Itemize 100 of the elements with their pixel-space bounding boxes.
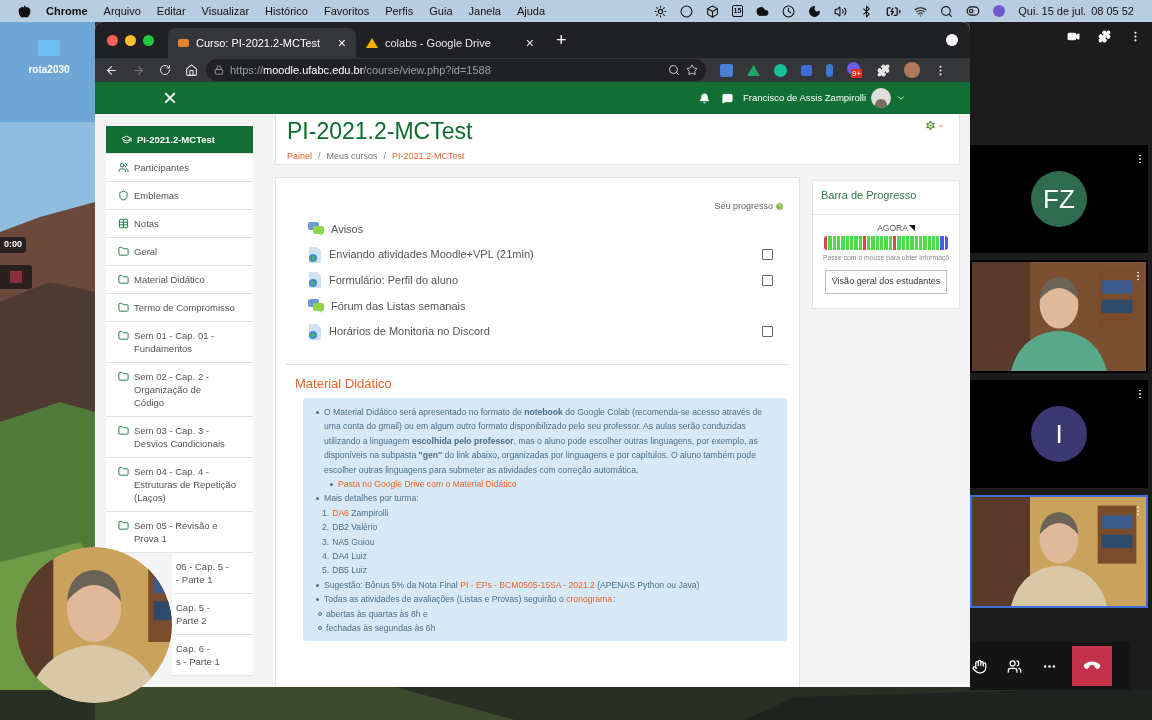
zoom-icon[interactable] xyxy=(668,64,680,76)
progress-segment[interactable] xyxy=(944,236,949,251)
settings-icon[interactable] xyxy=(924,119,937,132)
puzzle-icon[interactable] xyxy=(877,63,890,77)
reload-icon[interactable] xyxy=(159,64,171,76)
sidebar-label: Material Didático xyxy=(134,273,205,286)
profile-menu-icon[interactable] xyxy=(946,34,958,46)
zoom-window-button[interactable] xyxy=(143,34,154,46)
activity-link[interactable]: Horários de Monitoria no Discord xyxy=(329,323,490,340)
activity-link[interactable]: Avisos xyxy=(331,220,364,238)
breadcrumb-link[interactable]: Painel xyxy=(287,150,313,164)
sidebar-item[interactable]: Termo de Compromisso xyxy=(106,294,253,322)
hang-up-button[interactable] xyxy=(1072,646,1112,686)
sidebar-item[interactable]: Notas xyxy=(106,210,253,238)
completion-checkbox[interactable] xyxy=(762,326,773,338)
sidebar-label: Emblemas xyxy=(134,189,179,202)
sidebar-item[interactable]: Material Didático xyxy=(106,266,253,294)
sidebar-item[interactable]: Sem 03 - Cap. 3 - Desvios Condicionais xyxy=(106,417,253,458)
menu-item[interactable]: Perfis xyxy=(385,2,414,20)
sidebar-item[interactable]: Sem 02 - Cap. 2 - Organização de Código xyxy=(106,363,253,417)
volume-icon[interactable] xyxy=(834,4,848,18)
sidebar-label: 06 - Cap. 5 - - Parte 1 xyxy=(176,560,229,586)
caret-icon[interactable] xyxy=(896,93,906,103)
completion-checkbox[interactable] xyxy=(762,274,773,286)
app-menu[interactable]: Chrome xyxy=(46,2,88,20)
activity-link[interactable]: Fórum das Listas semanais xyxy=(331,297,466,315)
folder-icon xyxy=(118,520,129,531)
progress-segment[interactable] xyxy=(940,236,944,251)
avatar: I xyxy=(1031,406,1087,462)
sidebar-label: Sem 05 - Revisão e Prova 1 xyxy=(134,519,218,545)
browser-tab[interactable]: colabs - Google Drive × xyxy=(356,28,544,58)
status-icon[interactable] xyxy=(679,4,693,18)
forum-icon xyxy=(308,298,324,313)
menu-item[interactable]: Ajuda xyxy=(516,2,546,20)
search-icon[interactable] xyxy=(940,4,954,18)
people-icon[interactable] xyxy=(1007,658,1022,674)
orb-icon[interactable] xyxy=(993,5,1006,17)
extension-icon[interactable] xyxy=(747,64,760,76)
progress-segment[interactable] xyxy=(824,236,828,251)
hand-icon[interactable] xyxy=(972,658,987,674)
list-text: NA5 Guiou xyxy=(332,536,375,547)
wifi-icon[interactable] xyxy=(914,4,928,18)
apple-icon[interactable] xyxy=(18,4,31,18)
user-name[interactable]: Francisco de Assis Zampirolli xyxy=(743,90,866,106)
back-icon[interactable] xyxy=(105,63,118,77)
progress-segment[interactable] xyxy=(893,236,897,251)
activity-link[interactable]: Formulário: Perfil do aluno xyxy=(329,271,458,289)
minimize-window-button[interactable] xyxy=(125,34,136,46)
menu-item[interactable]: Editar xyxy=(156,2,186,20)
bell-icon[interactable] xyxy=(699,92,710,104)
close-window-button[interactable] xyxy=(107,34,118,46)
folder-icon xyxy=(118,466,129,477)
participant-tile[interactable]: I xyxy=(970,380,1148,488)
profile-avatar[interactable] xyxy=(904,62,920,78)
new-tab-button[interactable]: + xyxy=(556,26,567,54)
progress-bar[interactable] xyxy=(824,236,948,251)
sidebar-item[interactable]: Sem 04 - Cap. 4 - Estruturas de Repetição (Laços) xyxy=(106,458,253,512)
menu-item[interactable]: Arquivo xyxy=(103,2,141,20)
extension-icon[interactable] xyxy=(774,63,787,77)
cloud-icon[interactable] xyxy=(756,4,770,18)
sidebar-item[interactable]: Geral xyxy=(106,238,253,266)
forward-icon[interactable] xyxy=(132,63,145,77)
close-tab-button[interactable]: × xyxy=(337,32,346,54)
completion-checkbox[interactable] xyxy=(762,249,773,261)
participant-tile[interactable]: FZ xyxy=(970,145,1148,253)
menu-item[interactable]: Favoritos xyxy=(323,2,370,20)
moon-icon[interactable] xyxy=(808,4,822,18)
close-tab-button[interactable]: × xyxy=(525,32,534,54)
menu-item[interactable]: Histórico xyxy=(265,2,308,20)
clock-time[interactable]: 08 05 52 xyxy=(1091,2,1134,20)
sidebar-item[interactable]: PI-2021.2-MCTest xyxy=(106,126,253,154)
list-number: 3. xyxy=(322,535,330,549)
date[interactable]: Qui. 15 de jul. xyxy=(1018,2,1087,20)
menu-item[interactable]: Janela xyxy=(468,2,501,20)
sidebar-item[interactable]: Participantes xyxy=(106,154,253,182)
sidebar-item[interactable]: Emblemas xyxy=(106,182,253,210)
menu-item[interactable]: Visualizar xyxy=(201,2,250,20)
sidebar-item[interactable]: 06 - Cap. 5 - - Parte 1 xyxy=(172,553,253,594)
close-drawer-button[interactable]: × xyxy=(163,86,177,110)
box-icon[interactable] xyxy=(705,4,719,18)
breadcrumb-link[interactable]: Meus cursos xyxy=(326,150,378,164)
breadcrumb-link[interactable]: PI-2021.2-MCTest xyxy=(392,150,465,164)
user-avatar[interactable] xyxy=(871,88,891,108)
clock-icon[interactable] xyxy=(782,4,796,18)
home-icon[interactable] xyxy=(185,63,198,77)
progress-segment[interactable] xyxy=(862,236,867,251)
list-number: 2. xyxy=(322,521,330,535)
students-overview-button[interactable]: Visão geral dos estudantes xyxy=(824,270,948,294)
star-icon[interactable] xyxy=(686,64,698,76)
sidebar-item[interactable]: Cap. 6 - s - Parte 1 xyxy=(172,635,253,676)
address-field[interactable]: https://moodle.ufabc.edu.br/course/view.php?id=1588 xyxy=(206,59,706,81)
sidebar-item[interactable]: Sem 05 - Revisão e Prova 1 xyxy=(106,512,253,553)
sidebar-item[interactable]: Sem 01 - Cap. 01 - Fundamentos xyxy=(106,322,253,363)
menu-item[interactable]: Guia xyxy=(429,2,453,20)
activity-link[interactable]: Enviando atividades Moodle+VPL (21min) xyxy=(329,246,534,263)
sidebar-item[interactable]: Cap. 5 - Parte 2 xyxy=(172,594,253,635)
toggle-icon[interactable] xyxy=(966,4,981,18)
folder-icon xyxy=(118,425,129,436)
browser-tab[interactable]: Curso: PI-2021.2-MCTest × xyxy=(168,28,356,58)
chat-icon[interactable] xyxy=(722,92,733,104)
